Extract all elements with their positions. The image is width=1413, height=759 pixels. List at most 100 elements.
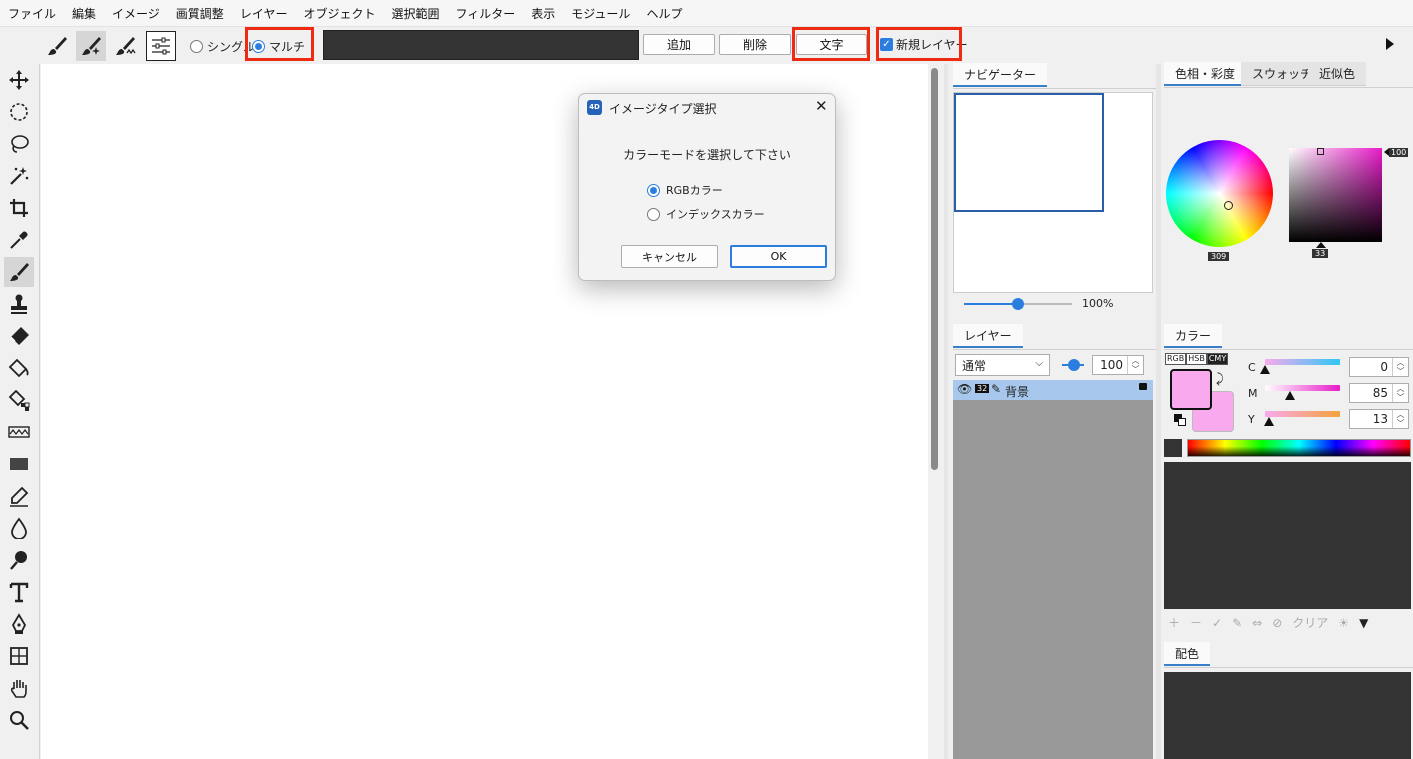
current-color-chip[interactable] <box>1164 439 1182 457</box>
index-radio[interactable] <box>647 207 660 221</box>
rgb-radio[interactable] <box>647 183 660 197</box>
panel-divider-2[interactable] <box>1156 64 1161 759</box>
mode-rgb[interactable]: RGB <box>1165 353 1187 365</box>
tab-layer[interactable]: レイヤー <box>953 324 1023 348</box>
smudge-icon[interactable] <box>4 545 34 575</box>
add-swatch-icon[interactable]: ＋ <box>1168 614 1180 631</box>
swap-colors-icon[interactable]: ⤸ <box>1216 372 1224 387</box>
lasso-icon[interactable] <box>4 129 34 159</box>
channel-m-bar[interactable] <box>1265 385 1340 391</box>
eye-icon[interactable]: 👁 <box>957 382 972 396</box>
transform-grid-icon[interactable] <box>4 641 34 671</box>
paint-bucket-icon[interactable] <box>4 353 34 383</box>
pattern-fill-icon[interactable] <box>4 385 34 415</box>
menu-image[interactable]: イメージ <box>104 5 168 22</box>
blend-mode-select[interactable]: 通常 ⌵ <box>955 354 1050 376</box>
remove-swatch-icon[interactable]: － <box>1190 614 1202 631</box>
channel-y-stepper[interactable]: ︿ ﹀ <box>1392 410 1408 428</box>
text-tool-icon[interactable] <box>4 577 34 607</box>
menu-object[interactable]: オブジェクト <box>295 5 383 22</box>
crop-icon[interactable] <box>4 193 34 223</box>
menu-layer[interactable]: レイヤー <box>232 5 296 22</box>
edit-pen-icon[interactable] <box>4 481 34 511</box>
check-icon[interactable]: ✓ <box>1212 616 1222 630</box>
prohibit-icon[interactable]: ⊘ <box>1272 616 1282 630</box>
tab-color[interactable]: カラー <box>1164 324 1223 348</box>
menu-file[interactable]: ファイル <box>0 5 64 22</box>
zoom-slider-track[interactable] <box>964 298 1072 310</box>
opacity-slider-track[interactable] <box>1062 359 1084 371</box>
eyedropper-icon[interactable] <box>4 225 34 255</box>
spectrum-bar[interactable] <box>1187 439 1411 457</box>
channel-c-value[interactable]: 0 <box>1380 360 1388 374</box>
tab-navigator[interactable]: ナビゲーター <box>953 63 1048 87</box>
eraser-icon[interactable] <box>4 321 34 351</box>
magic-wand-icon[interactable] <box>4 161 34 191</box>
blur-drop-icon[interactable] <box>4 513 34 543</box>
tab-similar-colors[interactable]: 近似色 <box>1308 62 1367 86</box>
multi-brush-icon[interactable] <box>76 31 106 61</box>
stamp-icon[interactable] <box>4 289 34 319</box>
menu-edit[interactable]: 編集 <box>64 5 104 22</box>
brush-preview-field[interactable] <box>323 30 639 60</box>
zoom-icon[interactable] <box>4 705 34 735</box>
clear-button[interactable]: クリア <box>1292 614 1328 631</box>
menu-adjust[interactable]: 画質調整 <box>168 5 232 22</box>
brush-icon[interactable] <box>42 31 72 61</box>
channel-c-stepper[interactable]: ︿ ﹀ <box>1392 358 1408 376</box>
mode-cmy[interactable]: CMY <box>1206 353 1229 365</box>
menu-help[interactable]: ヘルプ <box>638 5 690 22</box>
hand-icon[interactable] <box>4 673 34 703</box>
single-radio-circle[interactable] <box>190 40 203 53</box>
expand-arrow-icon[interactable] <box>1386 38 1394 50</box>
menu-selection[interactable]: 選択範囲 <box>383 5 447 22</box>
channel-y-bar[interactable] <box>1265 411 1340 417</box>
tab-hue-saturation[interactable]: 色相・彩度 <box>1164 62 1247 86</box>
canvas-scrollbar-thumb[interactable] <box>931 68 938 470</box>
close-icon[interactable]: ✕ <box>815 97 828 115</box>
pattern-brush-icon[interactable] <box>110 31 140 61</box>
settings-sliders-icon[interactable] <box>146 31 176 61</box>
rgb-option[interactable]: RGBカラー <box>647 182 723 198</box>
scheme-area[interactable] <box>1164 672 1411 759</box>
ellipse-select-icon[interactable] <box>4 97 34 127</box>
move-tool-icon[interactable] <box>4 65 34 95</box>
channel-m-stepper[interactable]: ︿ ﹀ <box>1392 384 1408 402</box>
add-button[interactable]: 追加 <box>643 34 715 55</box>
navigator-preview[interactable] <box>953 92 1153 293</box>
sb-marker[interactable] <box>1317 148 1324 155</box>
foreground-color-swatch[interactable] <box>1170 369 1212 410</box>
menu-view[interactable]: 表示 <box>523 5 563 22</box>
default-colors-icon-back[interactable] <box>1178 418 1186 426</box>
swap-icon[interactable]: ⇔ <box>1252 616 1262 630</box>
channel-c-spinner[interactable]: 0 ︿ ﹀ <box>1349 357 1409 377</box>
navigator-viewport[interactable] <box>954 93 1104 212</box>
dropdown-triangle-icon[interactable]: ▼ <box>1359 616 1368 630</box>
channel-c-pointer[interactable] <box>1260 365 1270 374</box>
pen-tool-icon[interactable] <box>4 609 34 639</box>
panel-divider[interactable] <box>944 64 948 759</box>
channel-m-pointer[interactable] <box>1285 391 1295 400</box>
brush-tool-icon[interactable] <box>4 257 34 287</box>
cancel-button[interactable]: キャンセル <box>621 245 718 268</box>
layer-row[interactable]: 👁 32 ✎ 背景 <box>953 380 1153 400</box>
tab-color-scheme[interactable]: 配色 <box>1164 642 1211 666</box>
rectangle-tool-icon[interactable] <box>4 449 34 479</box>
menu-filter[interactable]: フィルター <box>447 5 523 22</box>
channel-y-pointer[interactable] <box>1264 417 1274 426</box>
zoom-slider-thumb[interactable] <box>1012 298 1024 310</box>
sun-icon[interactable]: ☀ <box>1338 616 1349 630</box>
delete-button[interactable]: 削除 <box>719 34 791 55</box>
ok-button[interactable]: OK <box>730 245 827 268</box>
swatch-area[interactable] <box>1164 462 1411 609</box>
menu-module[interactable]: モジュール <box>563 5 638 22</box>
edit-icon[interactable]: ✎ <box>1232 616 1242 630</box>
mode-hsb[interactable]: HSB <box>1186 353 1207 365</box>
hue-wheel[interactable] <box>1166 140 1273 247</box>
gradient-icon[interactable] <box>4 417 34 447</box>
channel-m-value[interactable]: 85 <box>1373 386 1388 400</box>
hue-marker[interactable] <box>1224 201 1233 210</box>
channel-c-bar[interactable] <box>1265 359 1340 365</box>
channel-m-spinner[interactable]: 85 ︿ ﹀ <box>1349 383 1409 403</box>
channel-y-value[interactable]: 13 <box>1373 412 1388 426</box>
